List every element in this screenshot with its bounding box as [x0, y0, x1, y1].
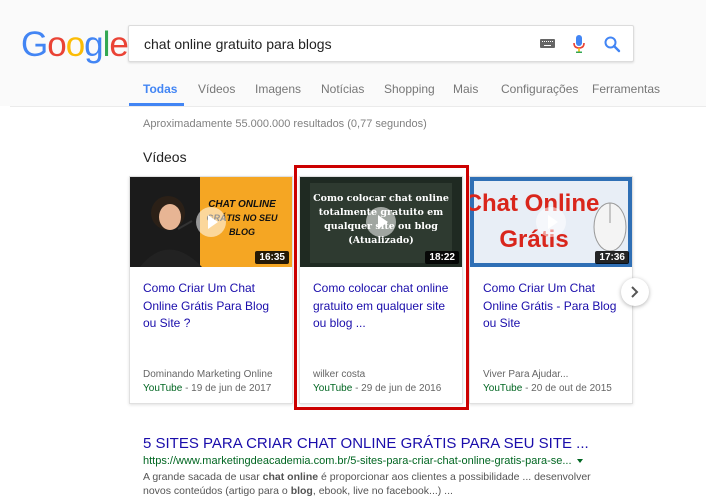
- svg-text:BLOG: BLOG: [229, 227, 255, 237]
- logo-letter: g: [84, 25, 103, 64]
- video-thumbnail[interactable]: CHAT ONLINE GRÁTIS NO SEU BLOG 16:35: [130, 177, 292, 267]
- snippet-bold: chat online: [262, 471, 319, 483]
- tab-todas[interactable]: Todas: [143, 82, 177, 96]
- result-stats: Aproximadamente 55.000.000 resultados (0…: [143, 118, 427, 130]
- result-title-link[interactable]: 5 SITES PARA CRIAR CHAT ONLINE GRÁTIS PA…: [143, 435, 589, 452]
- logo-letter: G: [21, 25, 48, 64]
- tab-imagens[interactable]: Imagens: [255, 82, 301, 96]
- play-icon[interactable]: [196, 207, 226, 237]
- tab-configuracoes[interactable]: Configurações: [501, 82, 578, 96]
- play-icon[interactable]: [536, 207, 566, 237]
- video-platform: YouTube: [483, 383, 523, 394]
- video-date: - 19 de jun de 2017: [182, 383, 272, 394]
- video-duration: 16:35: [255, 251, 289, 264]
- header: Google chat online gratuito para blogs T…: [0, 0, 706, 106]
- videos-heading: Vídeos: [143, 149, 187, 165]
- search-tabs: Todas Vídeos Imagens Notícias Shopping M…: [0, 74, 706, 106]
- tab-noticias[interactable]: Notícias: [321, 82, 364, 96]
- video-card[interactable]: CHAT ONLINE GRÁTIS NO SEU BLOG 16:35 Com…: [129, 176, 293, 404]
- logo-letter: l: [102, 25, 111, 64]
- carousel-next-button[interactable]: [621, 278, 649, 306]
- video-meta: YouTube - 20 de out de 2015: [483, 383, 612, 394]
- snippet-bold: blog: [290, 485, 313, 497]
- video-platform: YouTube: [143, 383, 183, 394]
- search-icon[interactable]: [603, 35, 621, 53]
- chevron-right-icon: [631, 286, 639, 298]
- divider: [10, 106, 706, 107]
- logo-letter: o: [47, 25, 66, 64]
- tab-videos[interactable]: Vídeos: [198, 82, 235, 96]
- video-source: Viver Para Ajudar...: [483, 369, 569, 380]
- logo-letter: e: [109, 25, 128, 64]
- dropdown-arrow-icon[interactable]: [576, 459, 583, 464]
- video-meta: YouTube - 19 de jun de 2017: [143, 383, 271, 394]
- svg-text:Chat Online: Chat Online: [470, 190, 599, 217]
- video-date: - 20 de out de 2015: [522, 383, 612, 394]
- microphone-icon[interactable]: [572, 34, 586, 54]
- snippet-text: , ebook, live no facebook...) ...: [312, 485, 453, 497]
- highlight-box: [294, 165, 469, 410]
- logo-letter: o: [65, 25, 85, 64]
- video-thumbnail[interactable]: Chat Online Grátis 17:36: [470, 177, 632, 267]
- result-url[interactable]: https://www.marketingdeacademia.com.br/5…: [143, 455, 583, 467]
- tab-mais[interactable]: Mais: [453, 82, 478, 96]
- snippet-text: A grande sacada de usar: [143, 471, 263, 483]
- tab-ferramentas[interactable]: Ferramentas: [592, 82, 660, 96]
- search-query[interactable]: chat online gratuito para blogs: [144, 36, 332, 52]
- result-snippet: A grande sacada de usar chat online é pr…: [143, 470, 603, 498]
- result-url-text[interactable]: https://www.marketingdeacademia.com.br/5…: [143, 455, 572, 467]
- search-input[interactable]: chat online gratuito para blogs: [128, 25, 634, 62]
- video-duration: 17:36: [595, 251, 629, 264]
- video-source: Dominando Marketing Online: [143, 369, 273, 380]
- video-title[interactable]: Como Criar Um Chat Online Grátis - Para …: [483, 280, 623, 333]
- keyboard-icon[interactable]: [540, 39, 555, 48]
- tab-shopping[interactable]: Shopping: [384, 82, 435, 96]
- google-logo[interactable]: Google: [21, 25, 129, 64]
- video-card[interactable]: Chat Online Grátis 17:36 Como Criar Um C…: [469, 176, 633, 404]
- video-title[interactable]: Como Criar Um Chat Online Grátis Para Bl…: [143, 280, 283, 333]
